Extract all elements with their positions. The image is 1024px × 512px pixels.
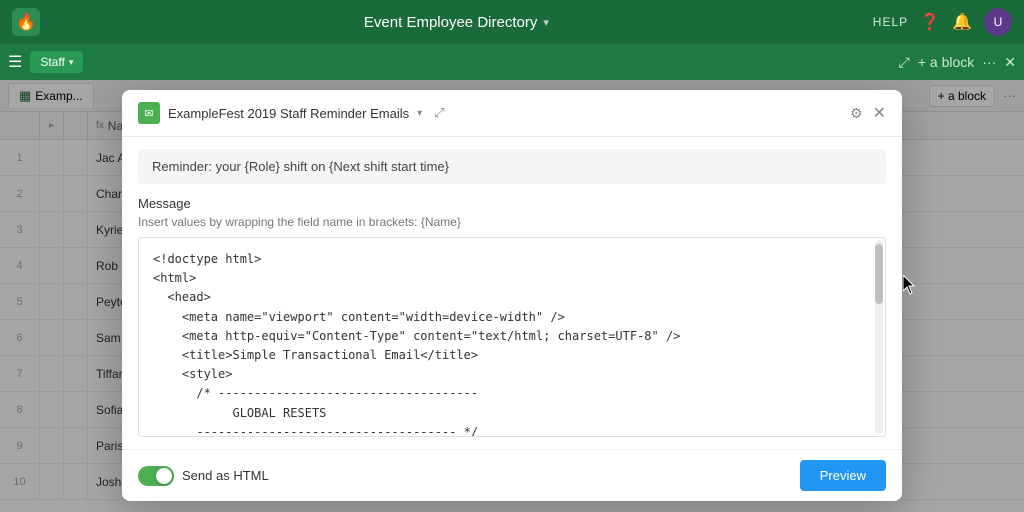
send-html-toggle[interactable] [138,466,174,486]
toggle-label: Send as HTML [182,468,269,483]
staff-tab-arrow: ▾ [69,57,74,68]
avatar[interactable]: U [984,8,1012,36]
email-icon-symbol: ✉ [144,107,153,120]
code-editor[interactable]: <!doctype html> <html> <head> <meta name… [138,237,886,437]
toggle-knob [156,468,172,484]
modal-subject: Reminder: your {Role} shift on {Next shi… [138,149,886,184]
modal-body: Message Insert values by wrapping the fi… [122,184,902,449]
staff-tab[interactable]: Staff ▾ [30,51,83,73]
modal-title-arrow[interactable]: ▾ [417,108,422,119]
toggle-area: Send as HTML [138,466,269,486]
scrollbar-track[interactable] [875,240,883,434]
message-label: Message [138,196,886,211]
flame-icon: 🔥 [16,12,36,32]
modal-external-icon[interactable]: ⤢ [434,105,444,121]
subject-text: Reminder: your {Role} shift on {Next shi… [152,159,449,174]
top-bar-right: HELP ❓ 🔔 U [873,8,1012,36]
top-bar: 🔥 Event Employee Directory ▾ HELP ❓ 🔔 U [0,0,1024,44]
page-title: Event Employee Directory [364,14,537,31]
more-options-icon[interactable]: ··· [982,54,996,70]
code-content: <!doctype html> <html> <head> <meta name… [153,250,871,437]
modal-gear-icon[interactable]: ⚙ [850,105,863,122]
modal-header-right: ⚙ ✕ [850,103,886,123]
help-label: HELP [873,15,908,29]
expand-icon[interactable]: ⤢ [899,54,910,71]
second-bar: ☰ Staff ▾ ⤢ + a block ··· ✕ [0,44,1024,80]
modal-header: ✉ ExampleFest 2019 Staff Reminder Emails… [122,90,902,137]
top-bar-center: Event Employee Directory ▾ [364,14,549,31]
top-bar-left: 🔥 [12,8,40,36]
help-icon[interactable]: ❓ [920,12,940,32]
modal-title: ExampleFest 2019 Staff Reminder Emails [168,106,409,121]
second-bar-right: ⤢ + a block ··· ✕ [899,54,1016,71]
title-dropdown-arrow[interactable]: ▾ [543,16,549,29]
add-block-button[interactable]: + a block [918,54,974,70]
scrollbar-thumb[interactable] [875,244,883,304]
modal-email-icon: ✉ [138,102,160,124]
staff-tab-label: Staff [40,55,64,69]
modal-overlay: ✉ ExampleFest 2019 Staff Reminder Emails… [0,80,1024,512]
email-modal: ✉ ExampleFest 2019 Staff Reminder Emails… [122,90,902,501]
close-view-icon[interactable]: ✕ [1004,54,1016,71]
app-logo: 🔥 [12,8,40,36]
main-area: ▦ Examp... + a block ··· ▸ fx Na... [0,80,1024,512]
modal-footer: Send as HTML Preview [122,449,902,501]
modal-close-button[interactable]: ✕ [873,103,886,123]
message-hint: Insert values by wrapping the field name… [138,215,886,229]
hamburger-icon[interactable]: ☰ [8,52,22,72]
preview-button[interactable]: Preview [800,460,886,491]
bell-icon[interactable]: 🔔 [952,12,972,32]
